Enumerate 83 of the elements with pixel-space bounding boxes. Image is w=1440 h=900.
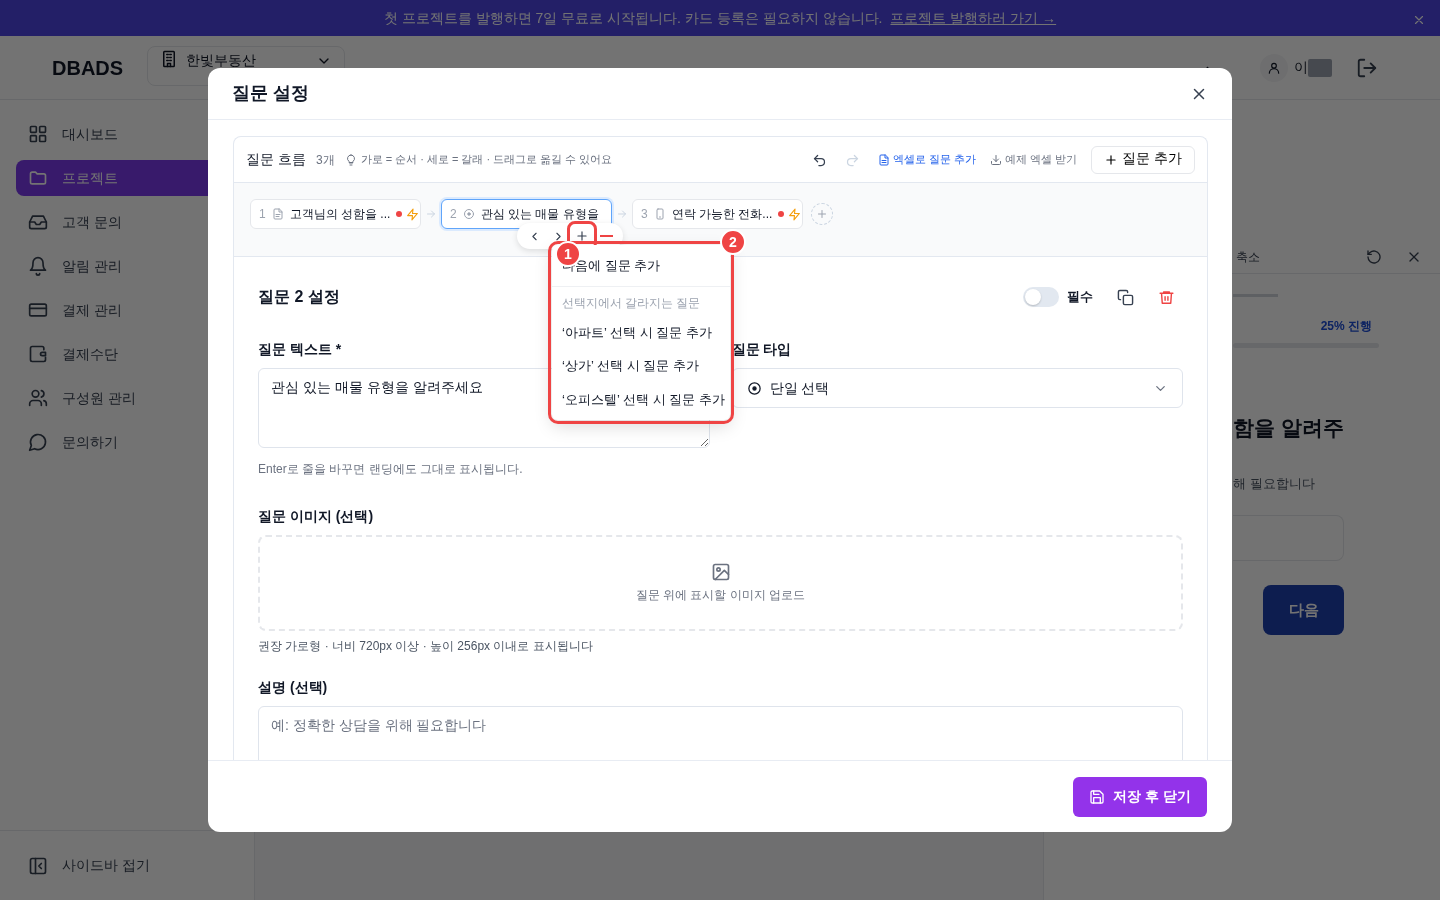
logo: DBADS xyxy=(51,55,125,81)
question-node[interactable]: 3 연락 가능한 전화... xyxy=(632,199,803,229)
copy-icon xyxy=(1117,289,1134,307)
collapse-button[interactable]: 축소 xyxy=(1236,247,1260,266)
help-text: Enter로 줄을 바꾸면 랜딩에도 그대로 표시됩니다. xyxy=(258,461,524,478)
redacted-name xyxy=(1308,58,1332,77)
section-title: 질문 2 설정 xyxy=(258,287,340,307)
node-number: 3 xyxy=(641,206,648,223)
sidebar-item[interactable]: 결제수단 xyxy=(16,336,255,372)
description-field[interactable]: 예: 정확한 상담을 위해 필요합니다 xyxy=(258,706,1183,760)
lightbulb-icon xyxy=(344,153,357,166)
sidebar-item[interactable]: 알림 관리 xyxy=(16,248,255,284)
lightning-icon xyxy=(788,208,802,222)
hint-text: 가로 = 순서 · 세로 = 갈래 · 드래그로 옮길 수 있어요 xyxy=(360,152,613,168)
avatar[interactable] xyxy=(1260,53,1288,82)
annotation-badge: 2 xyxy=(720,229,746,255)
wallet-icon xyxy=(28,344,48,364)
node-title: 고객님의 성함을 ... xyxy=(289,206,391,223)
arrow-icon xyxy=(425,208,437,220)
minus-icon xyxy=(599,235,613,237)
sidebar-item[interactable]: 구성원 관리 xyxy=(16,380,255,416)
save-icon xyxy=(1089,788,1106,805)
help-text: 권장 가로형 · 너비 720px 이상 · 높이 256px 이내로 표시됩니다 xyxy=(258,638,594,655)
inbox-icon xyxy=(28,212,48,232)
building-icon xyxy=(160,50,178,68)
question-title: 함을 알려주 xyxy=(1233,415,1345,441)
node-title: 연락 가능한 전화... xyxy=(671,206,773,223)
field-label: 질문 이미지 (선택) xyxy=(258,507,375,526)
phone-icon xyxy=(653,208,666,220)
question-node[interactable]: 2 관심 있는 매물 유형을 xyxy=(441,199,612,229)
question-node[interactable]: 1 고객님의 성함을 ... xyxy=(250,199,421,229)
field-label: 설명 (선택) xyxy=(258,678,329,697)
node-title: 관심 있는 매물 유형을 xyxy=(480,206,599,223)
spreadsheet-icon xyxy=(878,153,890,166)
collapse-icon xyxy=(28,855,48,876)
field-label: 질문 텍스트 * xyxy=(258,340,343,359)
user-name: 이 xyxy=(1294,58,1308,77)
redo-icon xyxy=(845,152,860,168)
required-toggle[interactable] xyxy=(1023,287,1059,307)
user-icon xyxy=(1267,60,1281,75)
question-type-select[interactable]: 단일 선택 xyxy=(731,368,1183,408)
logout-icon xyxy=(1356,56,1378,79)
answer-field[interactable] xyxy=(1233,515,1344,561)
question-description: 해 필요합니다 xyxy=(1233,474,1316,493)
lightning-icon xyxy=(406,208,420,222)
node-number: 1 xyxy=(259,206,266,223)
field-label: 질문 타입 xyxy=(731,340,793,359)
trash-icon xyxy=(1158,289,1175,307)
banner-link[interactable]: 프로젝트 발행하러 가기 → xyxy=(890,7,1057,29)
sidebar-item[interactable]: 대시보드 xyxy=(16,116,255,152)
banner-text: 첫 프로젝트를 발행하면 7일 무료로 시작됩니다. 카드 등록은 필요하지 않습니다. xyxy=(383,8,883,28)
credit-card-icon xyxy=(28,300,48,320)
sidebar-item[interactable]: 결제 관리 xyxy=(16,292,255,328)
plus-icon xyxy=(816,208,828,220)
question-count: 3개 xyxy=(315,151,335,169)
menu-item[interactable]: ‘아파트’ 선택 시 질문 추가 xyxy=(552,315,730,350)
radio-icon xyxy=(746,380,762,396)
sample-download-link[interactable]: 예제 엑셀 받기 xyxy=(990,151,1078,168)
required-label: 필수 xyxy=(1067,288,1093,307)
save-close-button[interactable]: 저장 후 닫기 xyxy=(1073,776,1207,817)
excel-import-link[interactable]: 엑셀로 질문 추가 xyxy=(878,151,977,168)
image-upload-area[interactable]: 질문 위에 표시할 이미지 업로드 xyxy=(258,535,1183,631)
next-button[interactable]: 다음 xyxy=(1263,585,1344,635)
logout-button[interactable] xyxy=(1356,56,1378,79)
radio-icon xyxy=(462,208,475,220)
refresh-icon xyxy=(1366,249,1382,266)
document-icon xyxy=(271,208,284,220)
progress-text: 25% 진행 xyxy=(1319,318,1372,335)
arrow-icon xyxy=(616,208,628,220)
node-number: 2 xyxy=(450,206,457,223)
plus-icon xyxy=(575,229,589,243)
bell-icon xyxy=(28,256,48,276)
folder-icon xyxy=(28,168,48,188)
chat-icon xyxy=(28,432,48,452)
users-icon xyxy=(28,388,48,408)
menu-section-header: 선택지에서 갈라지는 질문 xyxy=(552,285,730,316)
download-icon xyxy=(990,153,1003,166)
grid-icon xyxy=(28,124,48,144)
sidebar-item[interactable]: 문의하기 xyxy=(16,424,255,460)
image-icon xyxy=(710,562,731,582)
undo-icon xyxy=(812,152,827,168)
plus-icon xyxy=(1104,152,1119,167)
add-question-button[interactable]: 질문 추가 xyxy=(1091,145,1195,174)
